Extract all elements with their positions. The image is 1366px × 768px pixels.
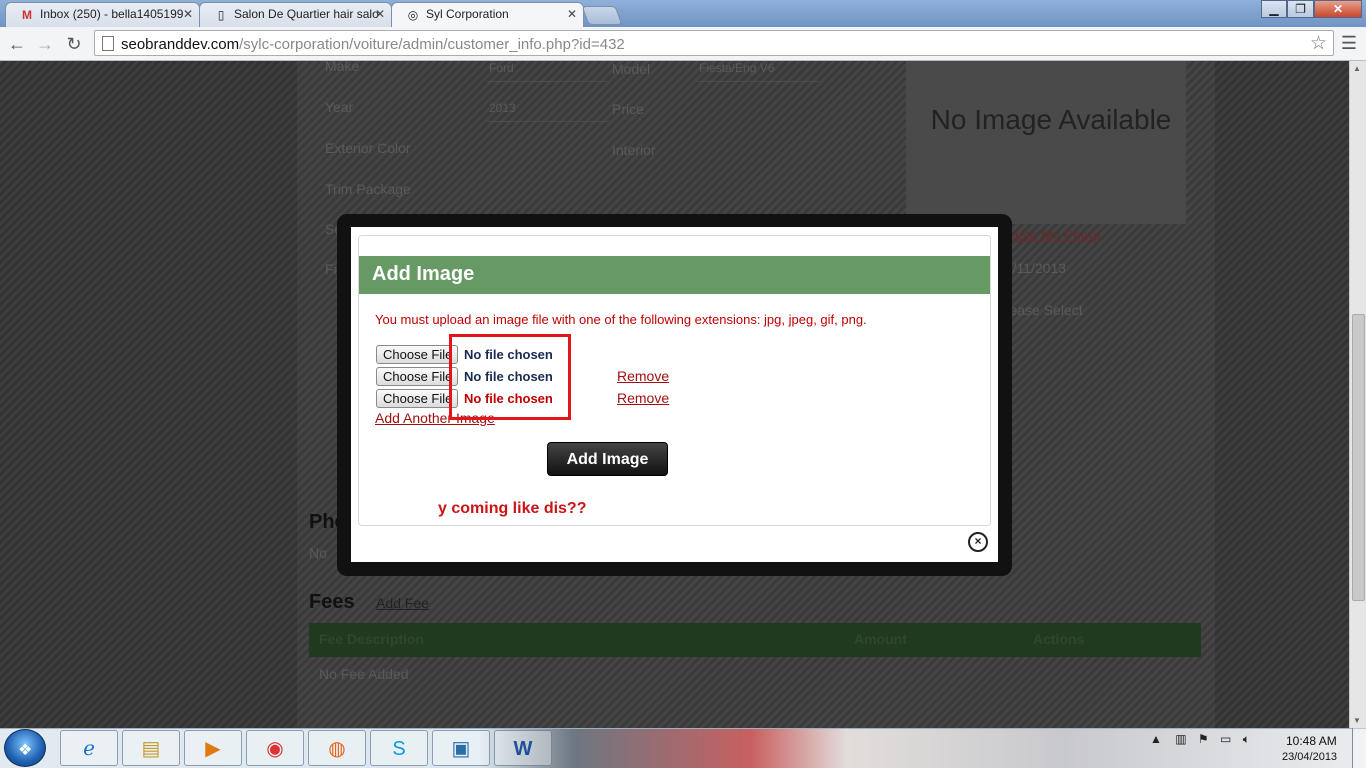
add-fee-link[interactable]: Add Fee [376,595,429,611]
fees-table-header: Fee Description Amount Actions [309,623,1201,657]
scroll-up-icon[interactable]: ▲ [1353,64,1361,73]
modal-header: Add Image [359,256,990,294]
choose-file-button[interactable]: Choose File [376,367,458,386]
windows-explorer-icon[interactable]: ▤ [122,730,180,766]
show-hidden-icons-icon[interactable]: ▲ [1150,732,1162,746]
tab-label: Inbox (250) - bella1405199 [40,7,184,21]
back-icon[interactable]: ← [6,33,28,55]
close-modal-icon[interactable]: × [968,532,988,552]
close-window-button[interactable]: ✕ [1314,0,1362,18]
actions-header: Actions [1033,631,1085,647]
close-tab-icon[interactable]: ✕ [183,7,193,21]
photos-empty-text: No [309,545,327,561]
url-text: seobranddev.com/sylc-corporation/voiture… [121,36,625,53]
address-bar[interactable]: seobranddev.com/sylc-corporation/voiture… [94,30,1334,56]
make-value: Ford [487,61,609,82]
flag-icon[interactable]: ⚑ [1198,732,1209,746]
clock-time[interactable]: 10:48 AM [1286,734,1337,748]
highlight-annotation-box [449,334,571,420]
remove-link[interactable]: Remove [617,390,669,406]
upload-error-message: You must upload an image file with one o… [375,312,867,327]
price-label: Price [612,101,644,117]
browser-toolbar: ← → ↻ seobranddev.com/sylc-corporation/v… [0,27,1366,61]
close-tab-icon[interactable]: ✕ [375,7,385,21]
annotation-text: y coming like dis?? [438,500,587,517]
page-icon [102,36,114,51]
chrome-icon[interactable]: ◉ [246,730,304,766]
volume-icon[interactable]: 🔈︎ [1243,732,1250,746]
tab-gmail-inbox[interactable]: M Inbox (250) - bella1405199 ✕ [5,2,200,27]
display-icon[interactable]: ▭ [1220,732,1231,746]
choose-file-button[interactable]: Choose File [376,389,458,408]
start-button[interactable]: ❖ [4,729,46,767]
exterior-color-label: Exterior Color [325,140,411,156]
close-tab-icon[interactable]: ✕ [567,7,577,21]
modal-title: Add Image [372,263,475,285]
browser-tab-strip: M Inbox (250) - bella1405199 ✕ ▯ Salon D… [0,0,1366,27]
minimize-window-button[interactable]: ▁ [1261,0,1287,18]
add-image-button[interactable]: Add Image [547,442,668,476]
page-icon: ▯ [217,8,225,22]
network-icon[interactable]: ▥ [1175,732,1186,746]
no-image-text: No Image Available [930,104,1172,135]
year-value: 2013 [487,101,609,122]
firefox-icon[interactable]: ◍ [308,730,366,766]
year-label: Year [325,99,354,115]
gmail-icon: M [22,8,32,22]
windows-taskbar: ❖ ℯ ▤ ▶ ◉ ◍ S ▣ W ▲ ▥ ⚑ ▭ 🔈︎ 10:48 AM 23… [0,728,1366,768]
fees-heading: Fees [309,591,355,613]
trim-package-label: Trim Package [325,181,411,197]
forward-icon[interactable]: → [34,33,56,55]
model-label: Model [612,61,651,77]
page-scrollbar[interactable]: ▲ ▼ [1349,61,1366,728]
interior-label: Interior [612,142,656,158]
remove-link[interactable]: Remove [617,368,669,384]
amount-header: Amount [854,631,907,647]
menu-icon[interactable]: ☰ [1341,33,1357,54]
tab-label: Syl Corporation [426,7,509,21]
scroll-down-icon[interactable]: ▼ [1353,716,1361,725]
internet-explorer-icon[interactable]: ℯ [60,730,118,766]
photo-viewer-icon[interactable]: ▣ [432,730,490,766]
bookmark-star-icon[interactable]: ☆ [1310,32,1327,55]
system-tray: ▲ ▥ ⚑ ▭ 🔈︎ [1150,732,1250,747]
tab-salon[interactable]: ▯ Salon De Quartier hair salo ✕ [199,2,392,27]
media-player-icon[interactable]: ▶ [184,730,242,766]
tab-syl-corporation[interactable]: ◎ Syl Corporation ✕ [391,2,584,27]
choose-file-button[interactable]: Choose File [376,345,458,364]
maximize-window-button[interactable]: ❐ [1287,0,1314,18]
reload-icon[interactable]: ↻ [63,33,85,55]
make-label: Make [325,61,360,74]
new-tab-button[interactable] [581,6,623,25]
syl-logo-icon: ◎ [407,8,419,22]
skype-icon[interactable]: S [370,730,428,766]
word-icon[interactable]: W [494,730,552,766]
windows-logo-icon: ❖ [18,742,33,759]
fee-description-header: Fee Description [319,631,425,647]
show-desktop-button[interactable] [1352,728,1366,768]
scroll-thumb[interactable] [1352,314,1365,601]
no-fee-text: No Fee Added [319,666,409,682]
model-value: Fiesta/Eng V6 [697,61,819,82]
clock-date[interactable]: 23/04/2013 [1282,751,1337,763]
delete-photo-link[interactable]: Delete My Photo [997,227,1101,243]
tab-label: Salon De Quartier hair salo [234,7,379,21]
vehicle-photo-placeholder: No Image Available [906,61,1186,224]
